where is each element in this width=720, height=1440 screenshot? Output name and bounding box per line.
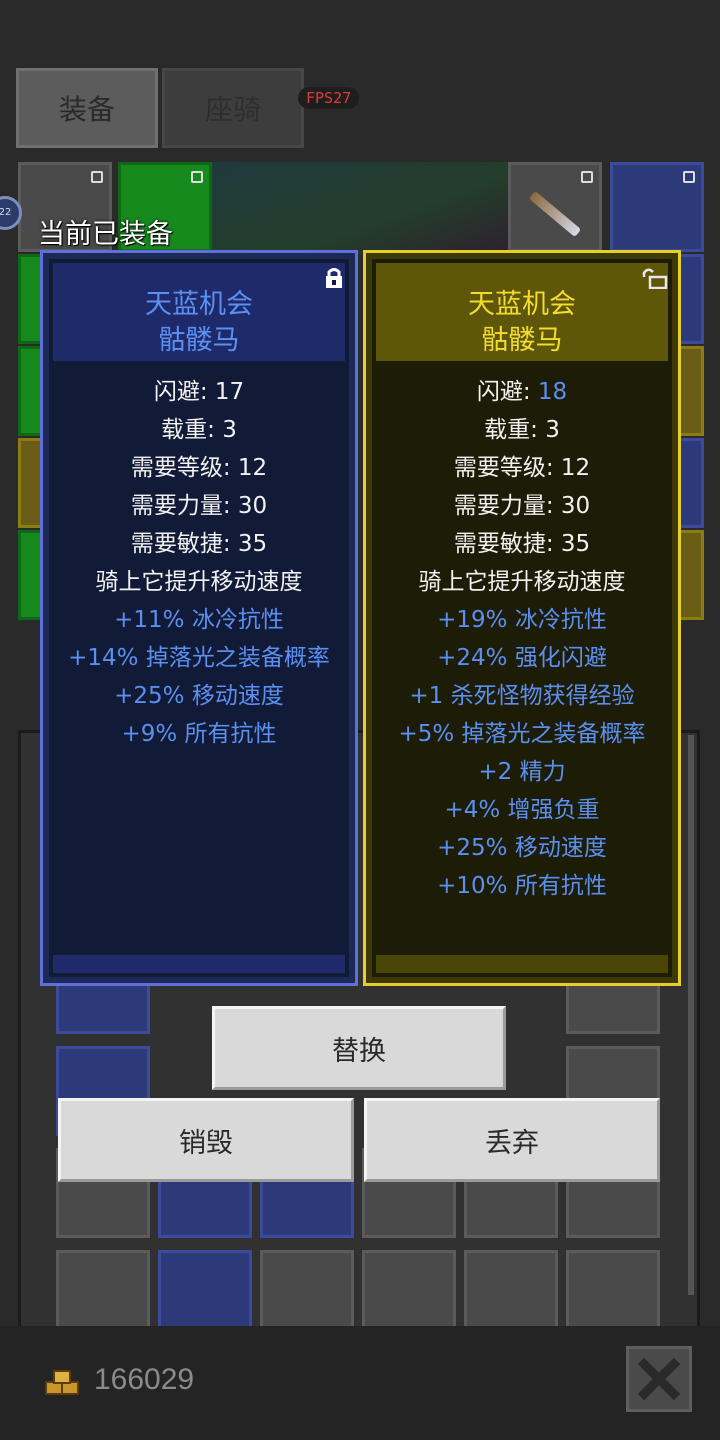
affix: +2 精力 (478, 759, 566, 785)
affix: +10% 所有抗性 (437, 873, 607, 899)
lock-open-icon[interactable] (642, 267, 668, 289)
item-effect: 骑上它提升移动速度 (95, 569, 303, 595)
card-footer (376, 955, 668, 973)
sword-icon (528, 190, 582, 238)
equipped-label: 当前已装备 (38, 219, 173, 250)
equip-slot-amulet[interactable] (610, 162, 704, 252)
gold-amount: 166029 (94, 1363, 195, 1396)
lock-icon (91, 171, 103, 183)
stat-req-dexterity: 需要敏捷: 35 (130, 531, 268, 557)
affix: +24% 强化闪避 (437, 645, 607, 671)
item-header: 天蓝机会 骷髅马 (376, 263, 668, 361)
item-stats: 闪避: 17 载重: 3 需要等级: 12 需要力量: 30 需要敏捷: 35 … (43, 373, 355, 753)
discard-button[interactable]: 丢弃 (364, 1098, 660, 1182)
inventory-scrollbar[interactable] (688, 735, 694, 1295)
close-button[interactable] (626, 1346, 692, 1412)
item-subtitle: 骷髅马 (481, 325, 563, 356)
affix: +5% 掉落光之装备概率 (398, 721, 646, 747)
item-effect: 骑上它提升移动速度 (418, 569, 626, 595)
affix: +25% 移动速度 (114, 683, 284, 709)
item-header: 天蓝机会 骷髅马 (53, 263, 345, 361)
affix: +19% 冰冷抗性 (437, 607, 607, 633)
close-icon (637, 1357, 681, 1401)
lock-icon (683, 171, 695, 183)
lock-closed-icon[interactable] (323, 267, 345, 289)
item-title: 天蓝机会 (145, 289, 253, 320)
stat-req-level: 需要等级: 12 (130, 455, 268, 481)
item-stats: 闪避: 18 载重: 3 需要等级: 12 需要力量: 30 需要敏捷: 35 … (366, 373, 678, 905)
affix: +14% 掉落光之装备概率 (68, 645, 330, 671)
new-item-card: 天蓝机会 骷髅马 闪避: 18 载重: 3 需要等级: 12 需要力量: 30 … (363, 250, 681, 986)
fps-counter: FPS27 (298, 87, 360, 109)
lock-icon (581, 171, 593, 183)
stat-req-strength: 需要力量: 30 (453, 493, 591, 519)
item-subtitle: 骷髅马 (158, 325, 240, 356)
affix: +1 杀死怪物获得经验 (409, 683, 635, 709)
affix: +9% 所有抗性 (121, 721, 277, 747)
stat-dodge: 闪避: 18 (476, 379, 568, 405)
destroy-button[interactable]: 销毁 (58, 1098, 354, 1182)
stat-dodge: 闪避: 17 (153, 379, 245, 405)
equipped-item-card: 天蓝机会 骷髅马 闪避: 17 载重: 3 需要等级: 12 需要力量: 30 … (40, 250, 358, 986)
lock-icon (191, 171, 203, 183)
replace-button[interactable]: 替换 (212, 1006, 506, 1090)
stat-weight: 载重: 3 (484, 417, 560, 443)
affix: +25% 移动速度 (437, 835, 607, 861)
stat-req-dexterity: 需要敏捷: 35 (453, 531, 591, 557)
affix: +11% 冰冷抗性 (114, 607, 284, 633)
tab-mount[interactable]: 座骑 (162, 68, 304, 148)
character-preview (212, 162, 508, 254)
stat-weight: 载重: 3 (161, 417, 237, 443)
item-title: 天蓝机会 (468, 289, 576, 320)
tab-equipment[interactable]: 装备 (16, 68, 158, 148)
stat-req-level: 需要等级: 12 (453, 455, 591, 481)
stat-req-strength: 需要力量: 30 (130, 493, 268, 519)
gold-coins-icon (45, 1370, 79, 1395)
card-footer (53, 955, 345, 973)
affix: +4% 增强负重 (444, 797, 600, 823)
equip-slot-weapon[interactable] (508, 162, 602, 252)
